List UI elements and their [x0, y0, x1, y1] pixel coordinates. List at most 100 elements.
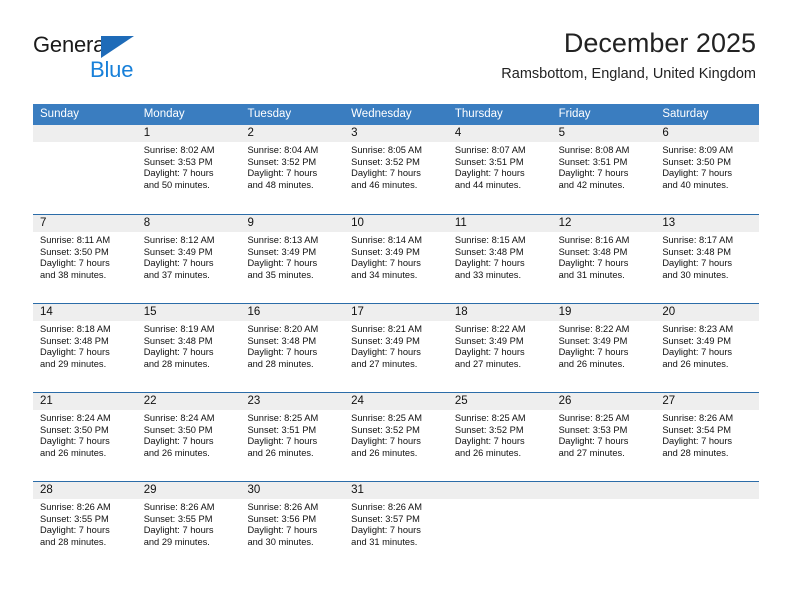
daylight-text-line2: and 26 minutes.: [247, 447, 314, 458]
sunrise-text: Sunrise: 8:25 AM: [247, 413, 319, 423]
day-details: Sunrise: 8:13 AM Sunset: 3:49 PM Dayligh…: [240, 232, 344, 281]
day-cell[interactable]: 22 Sunrise: 8:24 AM Sunset: 3:50 PM Dayl…: [136, 393, 241, 481]
day-cell[interactable]: 8 Sunrise: 8:12 AM Sunset: 3:49 PM Dayli…: [136, 215, 241, 303]
sunset-text: Sunset: 3:53 PM: [143, 156, 213, 167]
day-number: 9: [240, 215, 345, 232]
day-number: 7: [33, 215, 137, 232]
day-details: Sunrise: 8:25 AM Sunset: 3:51 PM Dayligh…: [240, 410, 344, 459]
daylight-text-line1: Daylight: 7 hours: [454, 347, 525, 358]
sunrise-text: Sunrise: 8:21 AM: [351, 324, 422, 334]
weekday-header-saturday: Saturday: [662, 108, 709, 120]
day-cell[interactable]: 10 Sunrise: 8:14 AM Sunset: 3:49 PM Dayl…: [344, 215, 448, 303]
day-cell[interactable]: 19 Sunrise: 8:22 AM Sunset: 3:49 PM Dayl…: [551, 304, 656, 392]
week-row: 1 Sunrise: 8:02 AM Sunset: 3:53 PM Dayli…: [33, 125, 760, 214]
day-cell[interactable]: 3 Sunrise: 8:05 AM Sunset: 3:52 PM Dayli…: [344, 125, 448, 214]
day-cell[interactable]: 18 Sunrise: 8:22 AM Sunset: 3:49 PM Dayl…: [447, 304, 552, 392]
day-cell[interactable]: 21 Sunrise: 8:24 AM Sunset: 3:50 PM Dayl…: [33, 393, 137, 481]
sunrise-text: Sunrise: 8:15 AM: [454, 235, 526, 245]
daylight-text-line2: and 50 minutes.: [143, 179, 210, 190]
day-cell[interactable]: 30 Sunrise: 8:26 AM Sunset: 3:56 PM Dayl…: [240, 482, 345, 570]
day-cell[interactable]: 9 Sunrise: 8:13 AM Sunset: 3:49 PM Dayli…: [240, 215, 345, 303]
sunset-text: Sunset: 3:55 PM: [40, 513, 109, 524]
general-blue-logo[interactable]: General Blue: [33, 32, 183, 84]
page-header: General Blue December 2025 Ramsbottom, E…: [0, 0, 792, 104]
day-number: 23: [240, 393, 345, 410]
day-cell[interactable]: 16 Sunrise: 8:20 AM Sunset: 3:48 PM Dayl…: [240, 304, 345, 392]
day-cell[interactable]: 24 Sunrise: 8:25 AM Sunset: 3:52 PM Dayl…: [344, 393, 448, 481]
weekday-header-sunday: Sunday: [40, 108, 80, 120]
day-cell[interactable]: 26 Sunrise: 8:25 AM Sunset: 3:53 PM Dayl…: [551, 393, 656, 481]
sunrise-text: Sunrise: 8:25 AM: [558, 413, 630, 423]
sunset-text: Sunset: 3:49 PM: [454, 335, 524, 346]
day-number: 29: [136, 482, 241, 499]
daylight-text-line1: Daylight: 7 hours: [40, 525, 110, 536]
day-details: Sunrise: 8:02 AM Sunset: 3:53 PM Dayligh…: [137, 142, 241, 191]
day-cell[interactable]: 27 Sunrise: 8:26 AM Sunset: 3:54 PM Dayl…: [655, 393, 760, 481]
day-details: Sunrise: 8:26 AM Sunset: 3:54 PM Dayligh…: [655, 410, 759, 459]
daylight-text-line1: Daylight: 7 hours: [143, 258, 214, 269]
daylight-text-line2: and 31 minutes.: [558, 269, 625, 280]
sunset-text: Sunset: 3:49 PM: [351, 335, 420, 346]
sunrise-text: Sunrise: 8:19 AM: [143, 324, 215, 334]
sunset-text: Sunset: 3:52 PM: [247, 156, 317, 167]
day-cell[interactable]: 31 Sunrise: 8:26 AM Sunset: 3:57 PM Dayl…: [344, 482, 448, 570]
daylight-text-line2: and 31 minutes.: [351, 536, 418, 547]
day-number: 1: [136, 125, 241, 142]
weekday-header-friday: Friday: [558, 108, 591, 120]
daylight-text-line1: Daylight: 7 hours: [351, 168, 421, 179]
daylight-text-line2: and 34 minutes.: [351, 269, 418, 280]
day-details: Sunrise: 8:11 AM Sunset: 3:50 PM Dayligh…: [33, 232, 137, 281]
day-cell[interactable]: 23 Sunrise: 8:25 AM Sunset: 3:51 PM Dayl…: [240, 393, 345, 481]
day-number: [33, 125, 137, 142]
day-cell[interactable]: [33, 125, 137, 214]
day-cell[interactable]: 6 Sunrise: 8:09 AM Sunset: 3:50 PM Dayli…: [655, 125, 760, 214]
sunset-text: Sunset: 3:54 PM: [662, 424, 732, 435]
sunrise-text: Sunrise: 8:22 AM: [454, 324, 526, 334]
day-cell[interactable]: 25 Sunrise: 8:25 AM Sunset: 3:52 PM Dayl…: [447, 393, 552, 481]
daylight-text-line1: Daylight: 7 hours: [454, 258, 525, 269]
daylight-text-line2: and 26 minutes.: [454, 447, 522, 458]
sunset-text: Sunset: 3:50 PM: [40, 424, 109, 435]
sunrise-text: Sunrise: 8:02 AM: [143, 145, 215, 155]
sunset-text: Sunset: 3:49 PM: [247, 246, 317, 257]
day-cell[interactable]: 14 Sunrise: 8:18 AM Sunset: 3:48 PM Dayl…: [33, 304, 137, 392]
daylight-text-line1: Daylight: 7 hours: [558, 168, 629, 179]
day-cell[interactable]: 28 Sunrise: 8:26 AM Sunset: 3:55 PM Dayl…: [33, 482, 137, 570]
sunset-text: Sunset: 3:51 PM: [558, 156, 628, 167]
sunrise-text: Sunrise: 8:18 AM: [40, 324, 111, 334]
day-details: Sunrise: 8:26 AM Sunset: 3:57 PM Dayligh…: [344, 499, 448, 548]
daylight-text-line1: Daylight: 7 hours: [351, 525, 421, 536]
day-cell[interactable]: 13 Sunrise: 8:17 AM Sunset: 3:48 PM Dayl…: [655, 215, 760, 303]
day-number: 27: [655, 393, 760, 410]
daylight-text-line2: and 33 minutes.: [454, 269, 522, 280]
day-cell[interactable]: 5 Sunrise: 8:08 AM Sunset: 3:51 PM Dayli…: [551, 125, 656, 214]
day-cell[interactable]: 15 Sunrise: 8:19 AM Sunset: 3:48 PM Dayl…: [136, 304, 241, 392]
day-cell[interactable]: 11 Sunrise: 8:15 AM Sunset: 3:48 PM Dayl…: [447, 215, 552, 303]
sunset-text: Sunset: 3:52 PM: [351, 424, 420, 435]
day-number: 14: [33, 304, 137, 321]
daylight-text-line2: and 44 minutes.: [454, 179, 522, 190]
day-cell[interactable]: [655, 482, 760, 570]
day-cell[interactable]: 20 Sunrise: 8:23 AM Sunset: 3:49 PM Dayl…: [655, 304, 760, 392]
sunrise-text: Sunrise: 8:24 AM: [40, 413, 111, 423]
daylight-text-line2: and 28 minutes.: [247, 358, 314, 369]
daylight-text-line1: Daylight: 7 hours: [351, 436, 421, 447]
day-cell[interactable]: 17 Sunrise: 8:21 AM Sunset: 3:49 PM Dayl…: [344, 304, 448, 392]
daylight-text-line1: Daylight: 7 hours: [40, 436, 110, 447]
day-cell[interactable]: 4 Sunrise: 8:07 AM Sunset: 3:51 PM Dayli…: [447, 125, 552, 214]
day-cell[interactable]: [447, 482, 552, 570]
day-number: 18: [447, 304, 552, 321]
day-cell[interactable]: 12 Sunrise: 8:16 AM Sunset: 3:48 PM Dayl…: [551, 215, 656, 303]
day-number: 25: [447, 393, 552, 410]
daylight-text-line2: and 26 minutes.: [662, 358, 729, 369]
day-cell[interactable]: 2 Sunrise: 8:04 AM Sunset: 3:52 PM Dayli…: [240, 125, 345, 214]
day-number: 30: [240, 482, 345, 499]
day-cell[interactable]: [551, 482, 656, 570]
day-cell[interactable]: 29 Sunrise: 8:26 AM Sunset: 3:55 PM Dayl…: [136, 482, 241, 570]
day-cell[interactable]: 7 Sunrise: 8:11 AM Sunset: 3:50 PM Dayli…: [33, 215, 137, 303]
daylight-text-line1: Daylight: 7 hours: [143, 436, 214, 447]
daylight-text-line2: and 27 minutes.: [351, 358, 418, 369]
day-cell[interactable]: 1 Sunrise: 8:02 AM Sunset: 3:53 PM Dayli…: [136, 125, 241, 214]
day-details: Sunrise: 8:05 AM Sunset: 3:52 PM Dayligh…: [344, 142, 448, 191]
sunrise-text: Sunrise: 8:17 AM: [662, 235, 734, 245]
